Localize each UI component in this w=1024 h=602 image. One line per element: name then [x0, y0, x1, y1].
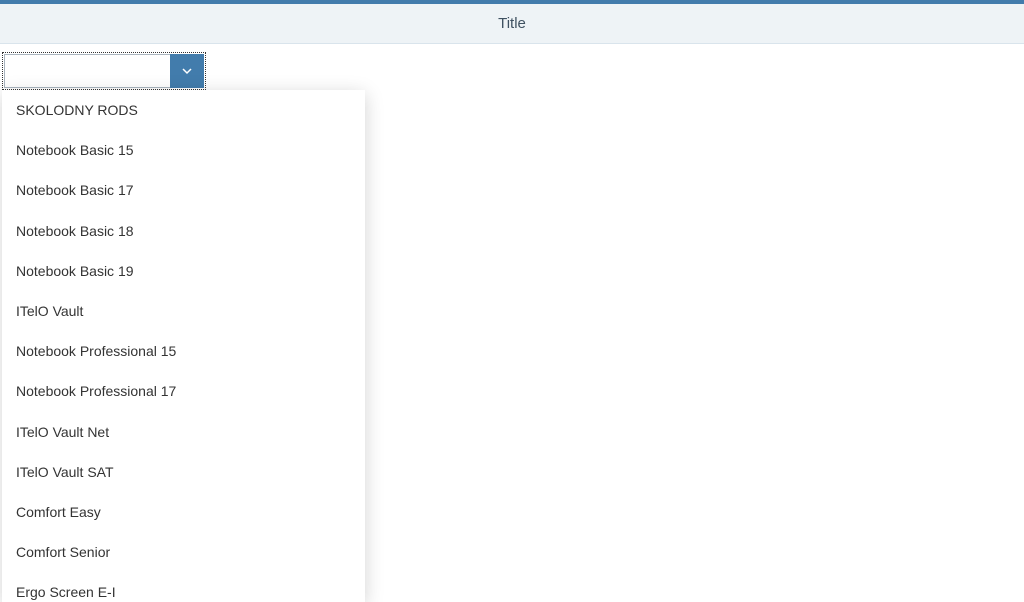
- list-item[interactable]: ITelO Vault: [2, 291, 365, 331]
- page-title: Title: [498, 15, 526, 32]
- list-item[interactable]: Ergo Screen E-I: [2, 572, 365, 602]
- list-item[interactable]: Notebook Professional 17: [2, 371, 365, 411]
- list-item[interactable]: Notebook Basic 17: [2, 170, 365, 210]
- list-item[interactable]: Comfort Senior: [2, 532, 365, 572]
- list-item[interactable]: Notebook Basic 15: [2, 130, 365, 170]
- list-item[interactable]: Notebook Professional 15: [2, 331, 365, 371]
- app-header: Title: [0, 4, 1024, 44]
- list-item[interactable]: ITelO Vault SAT: [2, 452, 365, 492]
- combobox-input[interactable]: [4, 54, 170, 88]
- list-item[interactable]: Notebook Basic 18: [2, 211, 365, 251]
- combobox-dropdown-scroll[interactable]: SKOLODNY RODSNotebook Basic 15Notebook B…: [2, 90, 365, 602]
- combobox-focus-outline: [2, 52, 206, 90]
- combobox-toggle-button[interactable]: [170, 54, 204, 88]
- list-item[interactable]: Comfort Easy: [2, 492, 365, 532]
- list-item[interactable]: SKOLODNY RODS: [2, 90, 365, 130]
- chevron-down-icon: [180, 64, 194, 78]
- list-item[interactable]: Notebook Basic 19: [2, 251, 365, 291]
- combobox-dropdown: SKOLODNY RODSNotebook Basic 15Notebook B…: [2, 90, 365, 602]
- list-item[interactable]: ITelO Vault Net: [2, 412, 365, 452]
- combobox: [2, 52, 206, 90]
